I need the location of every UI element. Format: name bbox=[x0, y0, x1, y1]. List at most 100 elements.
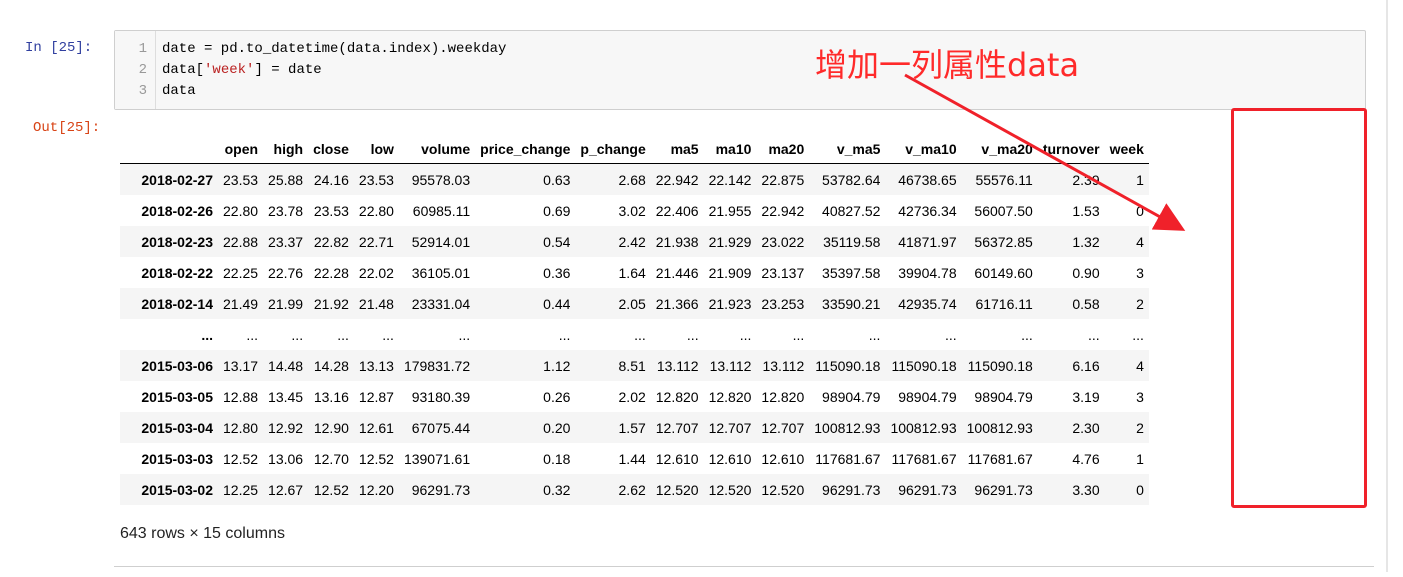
table-cell-close: 21.92 bbox=[313, 295, 349, 312]
column-header-ma5: ma5 bbox=[650, 134, 704, 164]
table-cell-v-ma10: 98904.79 bbox=[898, 388, 957, 405]
code-token: data[ bbox=[162, 62, 205, 78]
row-index: 2015-03-02 bbox=[141, 481, 213, 498]
dataframe-table: open high close low volume price_change p_chan… bbox=[120, 134, 1149, 505]
table-cell-ma10: 12.610 bbox=[708, 450, 752, 467]
table-cell-high: 23.78 bbox=[268, 202, 304, 219]
table-cell-high: 22.76 bbox=[268, 264, 304, 281]
code-cell-editor[interactable]: 1 2 3 date = pd.to_datetime(data.index).… bbox=[114, 30, 1366, 110]
table-cell-volume: 139071.61 bbox=[403, 450, 471, 467]
table-cell-v-ma20: 98904.79 bbox=[974, 388, 1033, 405]
line-number: 2 bbox=[138, 62, 147, 78]
table-cell-turnover: 3.30 bbox=[1072, 481, 1100, 498]
table-cell-turnover: 2.39 bbox=[1072, 171, 1100, 188]
table-cell-ma10: 21.923 bbox=[708, 295, 752, 312]
table-cell-price-change: 0.26 bbox=[543, 388, 571, 405]
table-cell-v-ma20: 56007.50 bbox=[974, 202, 1033, 219]
table-cell-v-ma20: 55576.11 bbox=[975, 171, 1033, 188]
scrollbar-track[interactable] bbox=[1386, 0, 1388, 572]
table-cell-price-change: 1.12 bbox=[543, 357, 571, 374]
table-cell-ma10: 21.909 bbox=[708, 264, 752, 281]
table-cell-ma20: 22.875 bbox=[761, 171, 805, 188]
row-index: 2015-03-06 bbox=[141, 357, 213, 374]
code-token: ] = date bbox=[254, 62, 322, 78]
table-cell-ma10: 22.142 bbox=[708, 171, 752, 188]
line-number: 3 bbox=[138, 83, 147, 99]
table-cell-open: 12.25 bbox=[223, 481, 259, 498]
table-cell-v-ma5: 53782.64 bbox=[822, 171, 881, 188]
row-index: 2015-03-05 bbox=[141, 388, 213, 405]
table-cell-week: 2 bbox=[1136, 419, 1144, 436]
table-cell-ma10: 21.955 bbox=[708, 202, 752, 219]
table-cell-low: 22.80 bbox=[358, 202, 394, 219]
table-cell-ma10: 12.820 bbox=[708, 388, 752, 405]
table-cell-p-change: 2.62 bbox=[618, 481, 646, 498]
table-row: 2015-03-02 12.25 12.67 12.52 12.20 96291.73 0.… bbox=[120, 474, 1149, 505]
table-cell-v-ma5: 98904.79 bbox=[822, 388, 881, 405]
table-cell-v-ma5: 35397.58 bbox=[822, 264, 881, 281]
table-cell-turnover: 1.32 bbox=[1072, 233, 1100, 250]
table-cell-ma5: 13.112 bbox=[656, 357, 699, 374]
table-cell-p-change: 2.42 bbox=[618, 233, 646, 250]
table-cell-low: 22.02 bbox=[358, 264, 394, 281]
row-index: 2015-03-04 bbox=[141, 419, 213, 436]
table-cell-v-ma10: 42736.34 bbox=[898, 202, 957, 219]
table-cell-week: 0 bbox=[1136, 481, 1144, 498]
table-cell-low: 21.48 bbox=[358, 295, 394, 312]
table-cell-open: 22.25 bbox=[223, 264, 259, 281]
table-cell-ma20: 12.610 bbox=[761, 450, 805, 467]
table-cell-ma10: 12.707 bbox=[708, 419, 752, 436]
table-cell-p-change: 3.02 bbox=[618, 202, 646, 219]
table-cell-v-ma10: 41871.97 bbox=[898, 233, 957, 250]
table-cell-ma5: 12.520 bbox=[655, 481, 699, 498]
table-row: 2018-02-22 22.25 22.76 22.28 22.02 36105.01 0.… bbox=[120, 257, 1149, 288]
table-cell-v-ma10: 46738.65 bbox=[898, 171, 957, 188]
table-cell-v-ma20: ... bbox=[1021, 326, 1033, 343]
table-cell-ma20: 12.520 bbox=[761, 481, 805, 498]
column-header-high: high bbox=[263, 134, 309, 164]
table-cell-ma5: 22.406 bbox=[655, 202, 699, 219]
table-row: 2015-03-05 12.88 13.45 13.16 12.87 93180.39 0.… bbox=[120, 381, 1149, 412]
table-cell-v-ma10: 96291.73 bbox=[898, 481, 957, 498]
table-cell-v-ma20: 115090.18 bbox=[967, 357, 1033, 374]
table-cell-low: 23.53 bbox=[358, 171, 394, 188]
row-index: 2018-02-27 bbox=[141, 171, 213, 188]
line-number: 1 bbox=[138, 41, 147, 57]
table-cell-v-ma5: 100812.93 bbox=[814, 419, 881, 436]
table-cell-price-change: ... bbox=[558, 326, 571, 343]
annotation-label: 增加一列属性data bbox=[815, 46, 1080, 84]
table-cell-volume: 60985.11 bbox=[412, 202, 471, 219]
table-cell-ma20: 23.137 bbox=[761, 264, 805, 281]
table-cell-high: 25.88 bbox=[268, 171, 304, 188]
dataframe-shape: 643 rows × 15 columns bbox=[120, 525, 285, 542]
week-column-highlight bbox=[1231, 108, 1367, 508]
table-cell-open: 22.80 bbox=[223, 202, 259, 219]
column-header-week: week bbox=[1104, 134, 1149, 164]
table-cell-price-change: 0.54 bbox=[543, 233, 571, 250]
table-row: 2015-03-04 12.80 12.92 12.90 12.61 67075.44 0.… bbox=[120, 412, 1149, 443]
table-cell-open: 22.88 bbox=[223, 233, 259, 250]
table-cell-open: 12.80 bbox=[223, 419, 259, 436]
table-cell-v-ma20: 117681.67 bbox=[967, 450, 1033, 467]
table-cell-low: 12.20 bbox=[358, 481, 394, 498]
column-header-v-ma5: v_ma5 bbox=[809, 134, 886, 164]
table-row: 2015-03-03 12.52 13.06 12.70 12.52 139071.61 0… bbox=[120, 443, 1149, 474]
column-header-v-ma10: v_ma10 bbox=[885, 134, 962, 164]
table-row: ........................................… bbox=[120, 319, 1149, 350]
table-cell-price-change: 0.36 bbox=[543, 264, 571, 281]
table-cell-v-ma10: 117681.67 bbox=[891, 450, 957, 467]
table-cell-turnover: 6.16 bbox=[1072, 357, 1100, 374]
table-cell-week: 1 bbox=[1136, 171, 1144, 188]
table-cell-high: 14.48 bbox=[268, 357, 304, 374]
table-cell-close: 24.16 bbox=[313, 171, 349, 188]
table-cell-ma5: ... bbox=[686, 326, 699, 343]
table-cell-v-ma10: 39904.78 bbox=[898, 264, 957, 281]
column-header-low: low bbox=[353, 134, 399, 164]
table-cell-turnover: 3.19 bbox=[1072, 388, 1100, 405]
table-cell-close: 12.90 bbox=[313, 419, 349, 436]
row-index: 2015-03-03 bbox=[141, 450, 213, 467]
table-cell-high: 13.45 bbox=[268, 388, 304, 405]
table-cell-v-ma20: 61716.11 bbox=[975, 295, 1033, 312]
table-cell-low: ... bbox=[382, 326, 394, 343]
table-cell-high: 13.06 bbox=[268, 450, 304, 467]
